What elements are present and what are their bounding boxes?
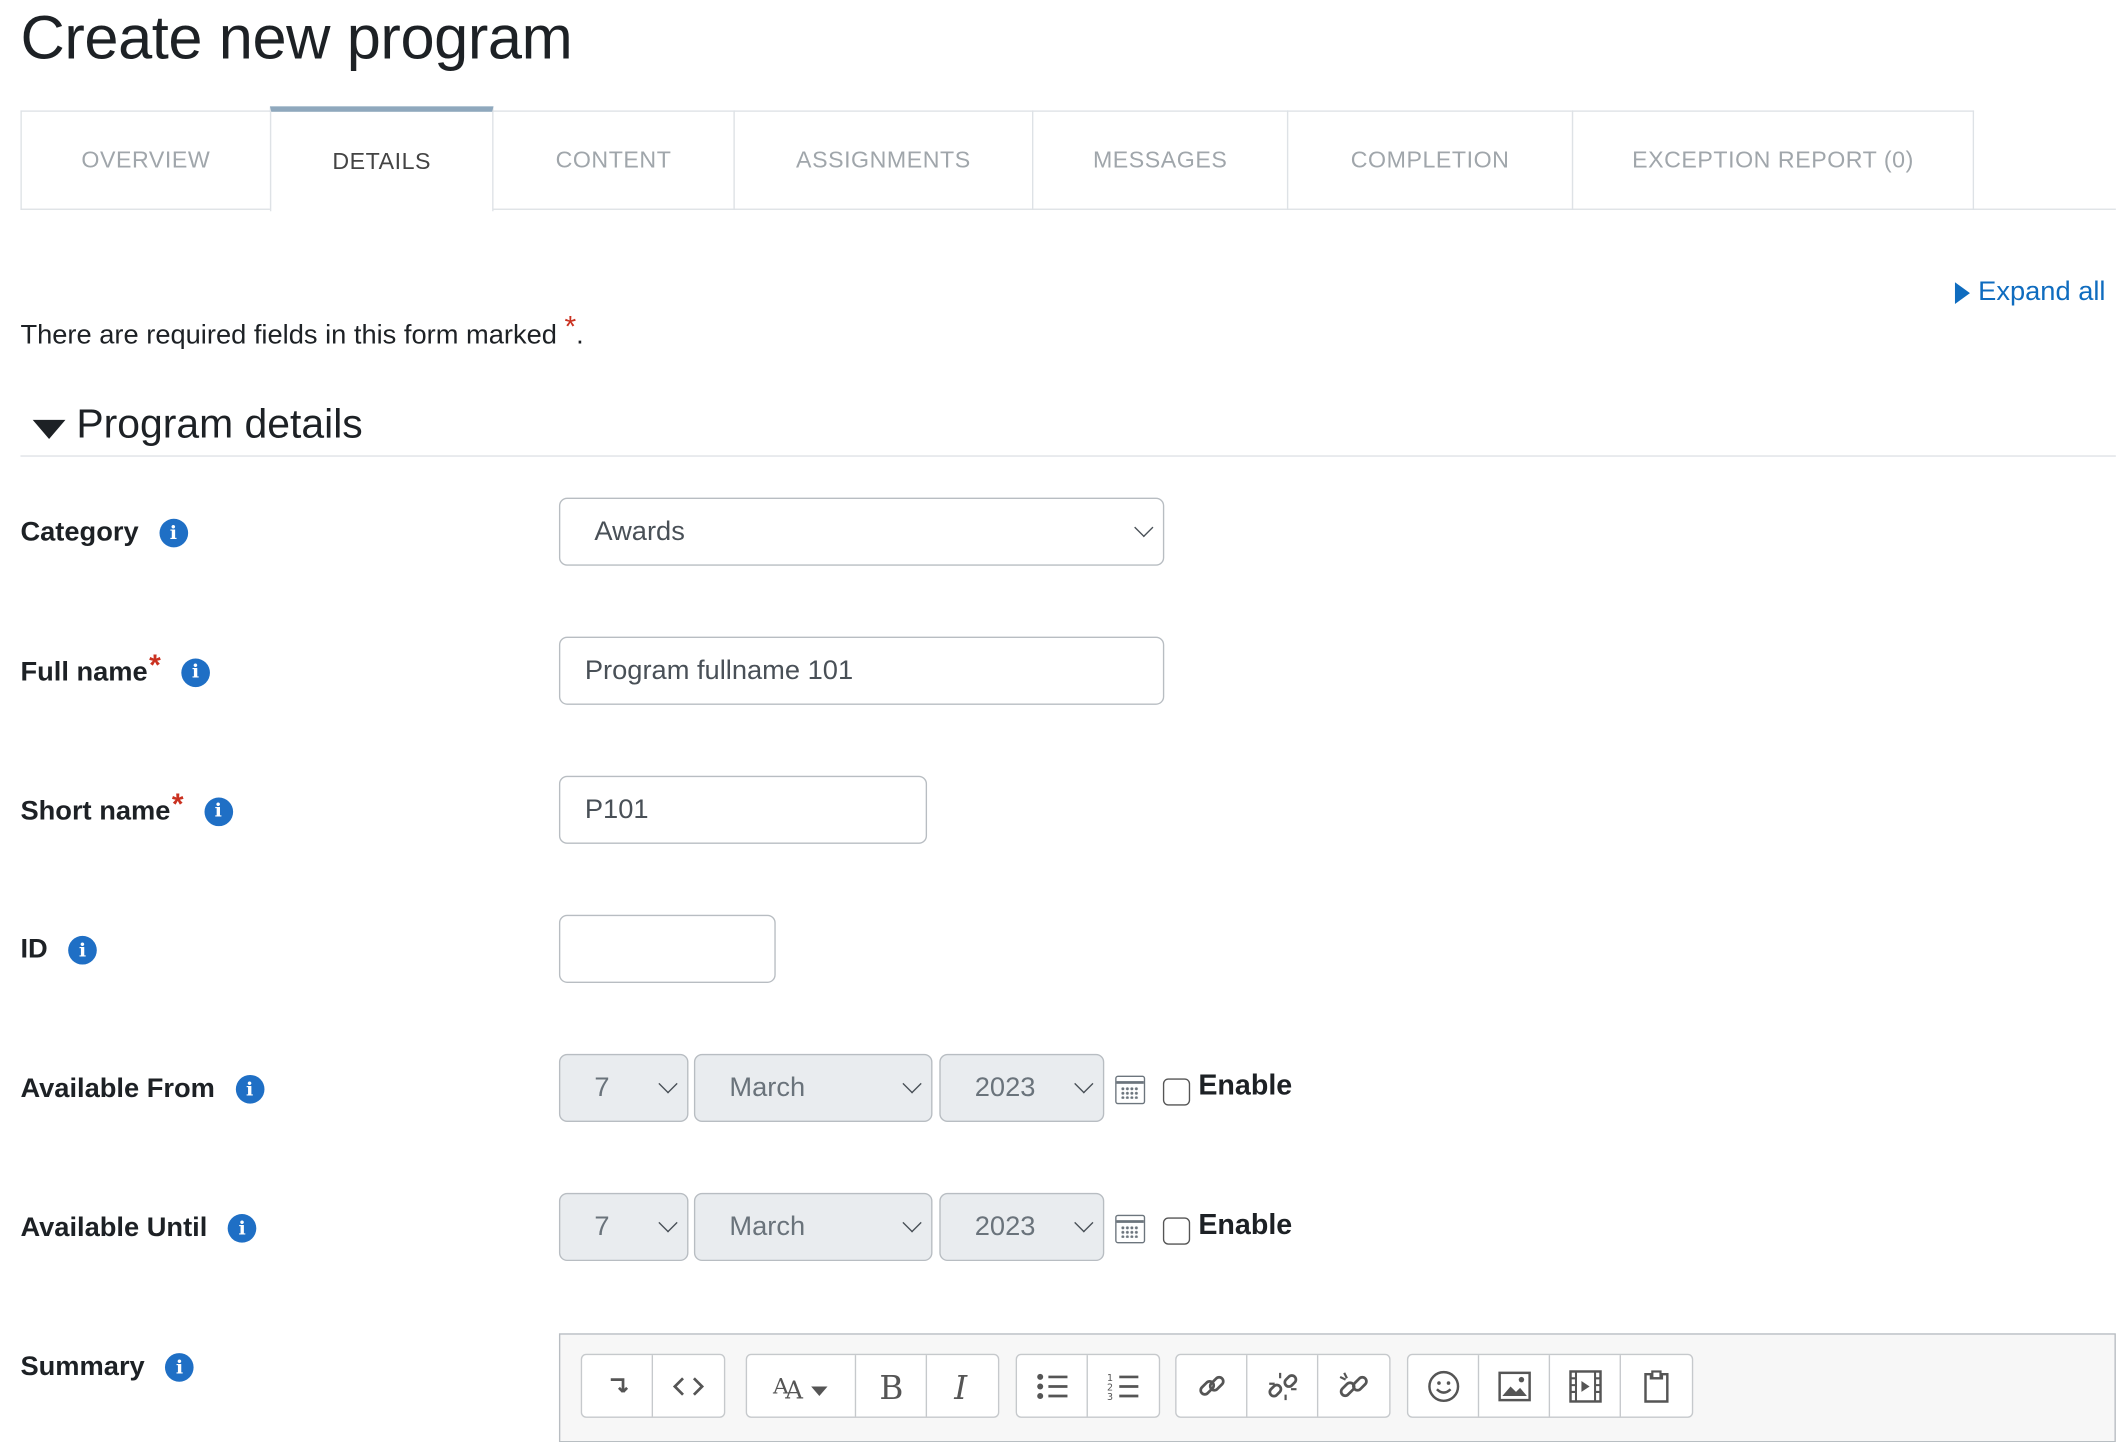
- paste-icon[interactable]: [1621, 1355, 1692, 1416]
- idnumber-row: ID i: [20, 914, 2115, 986]
- chevron-down-icon: [658, 1074, 678, 1094]
- available-from-month-select[interactable]: March: [693, 1053, 933, 1122]
- tab-completion[interactable]: COMPLETION: [1286, 110, 1574, 210]
- category-row: Category i Awards: [20, 497, 2115, 569]
- idnumber-input[interactable]: [558, 914, 776, 983]
- image-icon[interactable]: [1479, 1355, 1551, 1417]
- toolbar-group-5: [1406, 1353, 1694, 1418]
- chevron-down-icon: [902, 1074, 922, 1094]
- info-icon[interactable]: i: [227, 1214, 257, 1243]
- summary-editor: AA B I 123: [558, 1333, 2116, 1442]
- bold-icon[interactable]: B: [856, 1355, 928, 1417]
- available-from-year-select[interactable]: 2023: [939, 1053, 1105, 1122]
- unordered-list-icon[interactable]: [1017, 1355, 1088, 1417]
- fullname-input[interactable]: Program fullname 101: [558, 636, 1165, 705]
- calendar-icon[interactable]: [1115, 1075, 1146, 1105]
- available-until-day-select[interactable]: 7: [558, 1192, 689, 1262]
- italic-icon[interactable]: I: [927, 1355, 998, 1416]
- info-icon[interactable]: i: [159, 518, 188, 548]
- available-from-enable-checkbox[interactable]: [1162, 1078, 1191, 1106]
- autolink-icon[interactable]: [1318, 1355, 1389, 1416]
- calendar-icon[interactable]: [1115, 1214, 1146, 1244]
- fullname-row: Full name * i Program fullname 101: [20, 636, 2115, 708]
- tab-messages[interactable]: MESSAGES: [1032, 110, 1289, 210]
- page-title: Create new program: [20, 2, 573, 73]
- toolbar-group-3: 123: [1015, 1353, 1161, 1418]
- required-marker: *: [564, 309, 577, 344]
- section-title: Program details: [76, 402, 363, 448]
- chevron-down-icon: [1074, 1213, 1094, 1233]
- category-label: Category: [20, 517, 139, 548]
- caret-right-icon: [1954, 281, 1970, 304]
- required-marker: *: [171, 786, 184, 821]
- expand-all-link[interactable]: Expand all: [1954, 276, 2106, 308]
- required-fields-note: There are required fields in this form m…: [20, 309, 584, 351]
- html-source-icon[interactable]: [653, 1355, 724, 1416]
- available-until-enable-checkbox[interactable]: [1162, 1217, 1191, 1245]
- expand-all-label: Expand all: [1978, 276, 2106, 307]
- shortname-row: Short name * i P101: [20, 775, 2115, 847]
- available-until-month-select[interactable]: March: [693, 1192, 933, 1262]
- toolbar-group-1: [580, 1353, 726, 1418]
- info-icon[interactable]: i: [235, 1074, 264, 1104]
- category-select[interactable]: Awards: [558, 497, 1165, 566]
- info-icon[interactable]: i: [181, 657, 210, 687]
- available-until-enable-label[interactable]: Enable: [1198, 1209, 1292, 1242]
- chevron-down-icon: [902, 1213, 922, 1233]
- ordered-list-icon[interactable]: 123: [1088, 1355, 1159, 1416]
- available-from-label: Available From: [20, 1073, 215, 1104]
- tab-exception-report[interactable]: EXCEPTION REPORT (0): [1571, 110, 1975, 210]
- available-until-year-select[interactable]: 2023: [939, 1192, 1105, 1262]
- required-marker: *: [149, 647, 161, 682]
- fullname-label: Full name: [20, 656, 148, 687]
- available-until-row: Available Until i 7 March 2023 Enable: [20, 1192, 2115, 1264]
- summary-label: Summary: [20, 1351, 145, 1382]
- idnumber-label: ID: [20, 934, 48, 965]
- tab-details[interactable]: DETAILS: [269, 106, 494, 212]
- page-root: Create new program OVERVIEW DETAILS CONT…: [0, 0, 2120, 1442]
- info-icon[interactable]: i: [203, 796, 233, 826]
- available-from-day-select[interactable]: 7: [558, 1053, 689, 1122]
- toolbar-group-2: AA B I: [745, 1353, 1000, 1418]
- available-from-row: Available From i 7 March 2023 Enable: [20, 1053, 2115, 1125]
- media-icon[interactable]: [1550, 1355, 1621, 1417]
- font-size-icon[interactable]: AA: [747, 1355, 857, 1417]
- svg-text:A: A: [784, 1375, 803, 1403]
- shortname-label: Short name: [20, 795, 171, 826]
- tab-overview[interactable]: OVERVIEW: [20, 110, 272, 210]
- available-from-enable-label[interactable]: Enable: [1198, 1070, 1292, 1103]
- chevron-down-icon: [1074, 1074, 1094, 1094]
- toggle-toolbar-icon[interactable]: [582, 1355, 654, 1417]
- tab-content[interactable]: CONTENT: [492, 110, 735, 210]
- tab-bar: OVERVIEW DETAILS CONTENT ASSIGNMENTS MES…: [20, 106, 2116, 212]
- emoticon-icon[interactable]: [1408, 1355, 1480, 1417]
- caret-down-icon: [32, 419, 66, 439]
- chevron-down-icon: [658, 1213, 678, 1233]
- toolbar-group-4: [1175, 1353, 1391, 1418]
- svg-text:3: 3: [1107, 1391, 1113, 1400]
- unlink-icon[interactable]: [1247, 1355, 1319, 1417]
- link-icon[interactable]: [1177, 1355, 1248, 1417]
- shortname-input[interactable]: P101: [558, 775, 928, 844]
- program-details-header[interactable]: Program details: [20, 402, 2116, 457]
- svg-text:I: I: [953, 1368, 968, 1403]
- svg-text:B: B: [879, 1368, 903, 1403]
- info-icon[interactable]: i: [165, 1353, 194, 1382]
- available-until-label: Available Until: [20, 1212, 208, 1243]
- info-icon[interactable]: i: [68, 935, 97, 965]
- tab-assignments[interactable]: ASSIGNMENTS: [733, 110, 1034, 210]
- chevron-down-icon: [1134, 517, 1154, 538]
